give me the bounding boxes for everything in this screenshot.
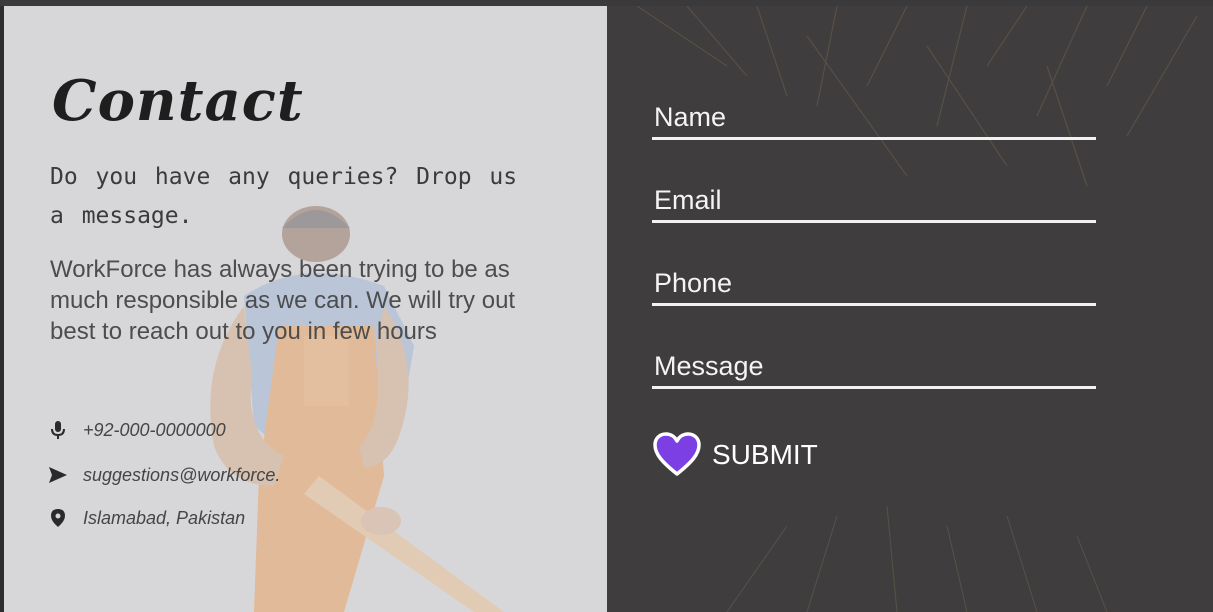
email-field[interactable] [652, 180, 1096, 223]
description: WorkForce has always been trying to be a… [50, 256, 516, 345]
phone-input[interactable] [652, 263, 1096, 303]
submit-button[interactable]: SUBMIT [652, 430, 818, 480]
location-text: Islamabad, Pakistan [83, 507, 246, 528]
heart-icon [652, 431, 702, 480]
message-field[interactable] [652, 346, 1096, 389]
email-info: suggestions@workforce. [48, 463, 280, 487]
contact-info-panel: Contact Do you have any queries? Drop us… [4, 6, 607, 612]
phone-field[interactable] [652, 263, 1096, 306]
phone-info: +92-000-0000000 [48, 418, 226, 442]
microphone-icon [48, 420, 68, 440]
phone-text: +92-000-0000000 [83, 419, 226, 440]
location-pin-icon [48, 508, 68, 528]
page-title: Contact [52, 68, 304, 134]
email-text: suggestions@workforce. [83, 464, 281, 485]
email-input[interactable] [652, 180, 1096, 220]
name-field[interactable] [652, 97, 1096, 140]
location-info: Islamabad, Pakistan [48, 506, 245, 530]
name-input[interactable] [652, 97, 1096, 137]
message-input[interactable] [652, 346, 1096, 386]
subtitle: Do you have any queries? Drop us a messa… [50, 164, 518, 229]
contact-form-panel: SUBMIT [607, 6, 1213, 612]
send-icon [48, 465, 68, 485]
submit-label: SUBMIT [712, 439, 818, 470]
